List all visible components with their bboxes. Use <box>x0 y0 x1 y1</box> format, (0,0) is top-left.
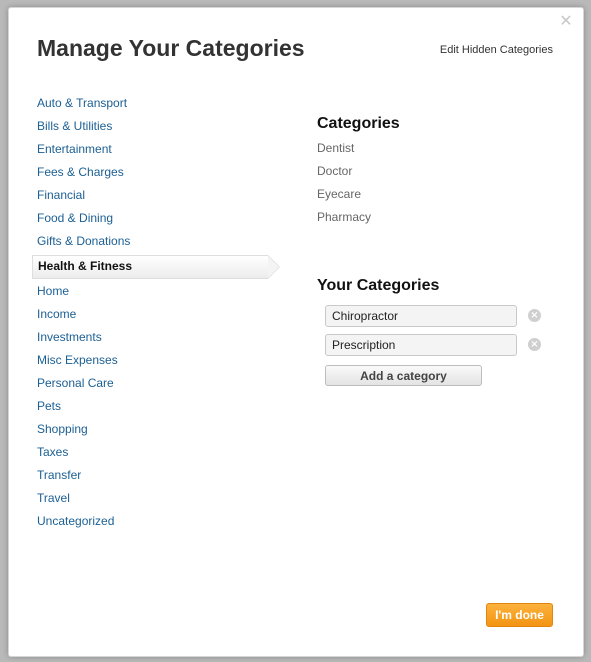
dialog-title: Manage Your Categories <box>37 35 305 61</box>
category-item[interactable]: Personal Care <box>37 374 277 397</box>
category-item[interactable]: Health & Fitness <box>32 255 280 279</box>
subcategory-item: Dentist <box>317 141 355 155</box>
category-item[interactable]: Travel <box>37 489 277 512</box>
system-subcategory-list: Dentist Doctor Eyecare Pharmacy <box>317 141 371 233</box>
category-item[interactable]: Income <box>37 305 277 328</box>
close-icon[interactable]: ✕ <box>559 13 573 29</box>
user-category-row: Chiropractor × <box>325 305 545 327</box>
category-item[interactable]: Pets <box>37 397 277 420</box>
user-category-field[interactable]: Chiropractor <box>325 305 517 327</box>
your-categories-heading: Your Categories <box>317 277 440 294</box>
user-category-field[interactable]: Prescription <box>325 334 517 356</box>
category-item[interactable]: Auto & Transport <box>37 94 277 117</box>
category-item[interactable]: Financial <box>37 186 277 209</box>
done-button[interactable]: I'm done <box>486 603 553 627</box>
category-item[interactable]: Investments <box>37 328 277 351</box>
remove-category-icon[interactable]: × <box>528 309 541 322</box>
category-item[interactable]: Bills & Utilities <box>37 117 277 140</box>
edit-hidden-categories-link[interactable]: Edit Hidden Categories <box>440 44 553 56</box>
category-item[interactable]: Misc Expenses <box>37 351 277 374</box>
subcategory-item: Eyecare <box>317 187 362 201</box>
category-item[interactable]: Home <box>37 282 277 305</box>
subcategory-item: Doctor <box>317 164 353 178</box>
category-item[interactable]: Shopping <box>37 420 277 443</box>
category-item[interactable]: Gifts & Donations <box>37 232 277 255</box>
user-category-row: Prescription × <box>325 334 545 356</box>
category-item[interactable]: Taxes <box>37 443 277 466</box>
category-item[interactable]: Fees & Charges <box>37 163 277 186</box>
category-item[interactable]: Food & Dining <box>37 209 277 232</box>
category-item[interactable]: Transfer <box>37 466 277 489</box>
category-item[interactable]: Entertainment <box>37 140 277 163</box>
manage-categories-dialog: ✕ Manage Your Categories Edit Hidden Cat… <box>8 7 584 657</box>
subcategory-item: Pharmacy <box>317 210 372 224</box>
remove-category-icon[interactable]: × <box>528 338 541 351</box>
add-category-button[interactable]: Add a category <box>325 365 482 386</box>
categories-heading: Categories <box>317 115 400 132</box>
category-list: Auto & Transport Bills & Utilities Enterta… <box>32 94 280 535</box>
category-item[interactable]: Uncategorized <box>37 512 277 535</box>
